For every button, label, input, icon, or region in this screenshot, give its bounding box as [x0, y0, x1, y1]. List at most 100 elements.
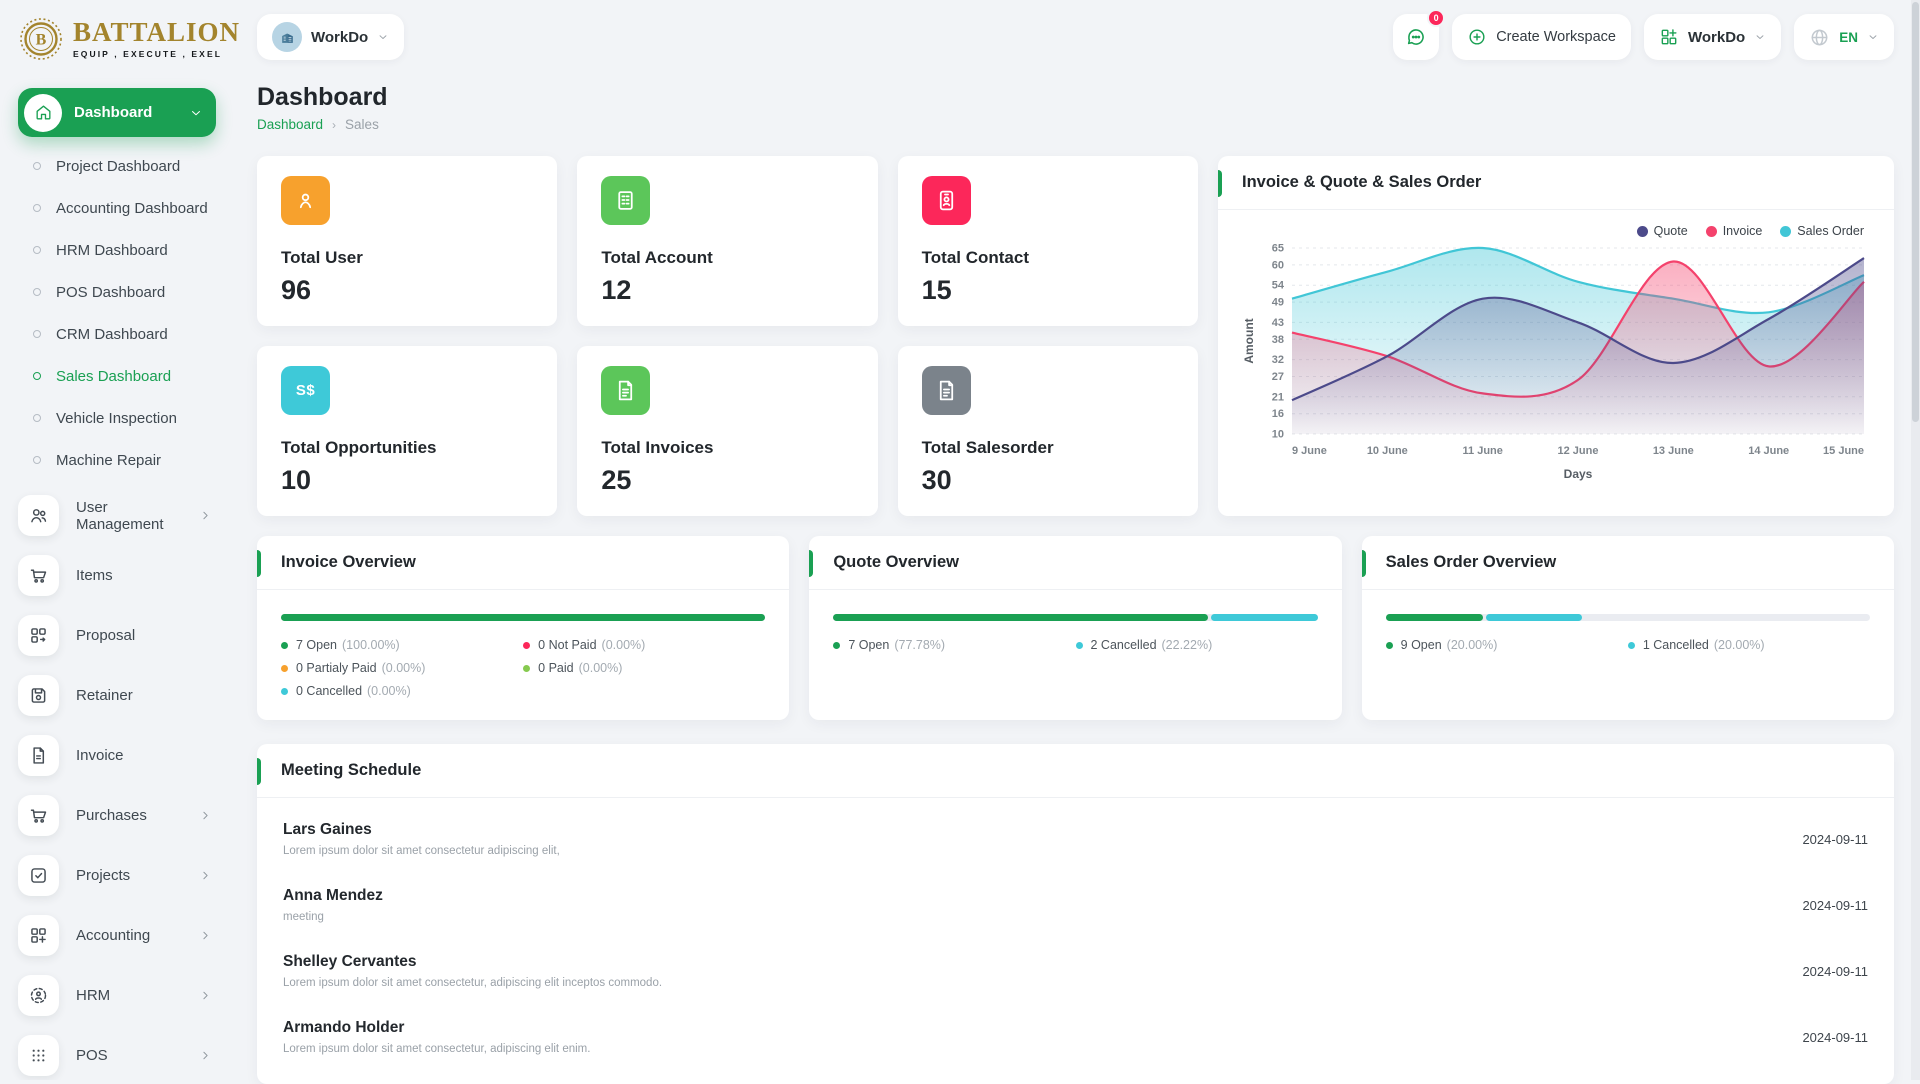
legend-percent: (0.00%)	[367, 684, 411, 698]
sidebar-module-label: Retainer	[76, 687, 212, 704]
svg-text:15 June: 15 June	[1823, 445, 1864, 457]
scrollbar[interactable]	[1911, 0, 1920, 1080]
language-selector[interactable]: EN	[1794, 14, 1894, 60]
plus-circle-icon	[1467, 27, 1487, 47]
sidebar-module-item[interactable]: Purchases	[18, 790, 240, 841]
sidebar-module-item[interactable]: Accounting	[18, 910, 240, 961]
progress-segment	[281, 614, 765, 621]
legend-item: 7 Open (77.78%)	[833, 638, 1075, 652]
sidebar-module-label: POS	[76, 1047, 182, 1064]
legend-item: 0 Paid (0.00%)	[523, 661, 765, 675]
legend-label: 1 Cancelled	[1643, 638, 1709, 652]
dashboard-subnav: Project Dashboard Accounting Dashboard H…	[18, 145, 240, 481]
sidebar-module-item[interactable]: User Management	[18, 490, 240, 541]
sidebar-modules: User Management Items Proposal Retainer	[18, 490, 240, 1080]
sidebar: B BATTALION EQUIP , EXECUTE , EXEL Dashb…	[0, 0, 240, 1080]
chart-title: Invoice & Quote & Sales Order	[1242, 173, 1481, 191]
sidebar-module-item[interactable]: Invoice	[18, 730, 240, 781]
stat-card: Total Contact 15	[898, 156, 1198, 326]
meeting-name: Armando Holder	[283, 1019, 590, 1037]
sidebar-module-item[interactable]: Items	[18, 550, 240, 601]
progress-segment	[1486, 614, 1583, 621]
legend-label: 0 Paid	[538, 661, 573, 675]
meeting-date: 2024-09-11	[1802, 832, 1868, 847]
chevron-right-icon	[199, 989, 212, 1002]
messages-button[interactable]: 0	[1393, 14, 1439, 60]
meeting-description: Lorem ipsum dolor sit amet consectetur, …	[283, 977, 662, 989]
meeting-name: Shelley Cervantes	[283, 953, 662, 971]
brand-logo[interactable]: B BATTALION EQUIP , EXECUTE , EXEL	[18, 16, 240, 62]
chevron-down-icon	[377, 31, 389, 43]
globe-icon	[1809, 27, 1830, 48]
create-workspace-button[interactable]: Create Workspace	[1452, 14, 1631, 60]
sidebar-subitem-label: POS Dashboard	[56, 284, 165, 301]
sidebar-module-item[interactable]: HRM	[18, 970, 240, 1021]
sidebar-module-label: Projects	[76, 867, 182, 884]
chart-legend-item[interactable]: Sales Order	[1780, 224, 1864, 238]
sidebar-subitem[interactable]: Accounting Dashboard	[18, 187, 240, 229]
stat-icon	[922, 366, 971, 415]
sidebar-module-item[interactable]: Projects	[18, 850, 240, 901]
chart-legend-label: Quote	[1654, 224, 1688, 238]
meeting-description: meeting	[283, 911, 383, 923]
sidebar-subitem[interactable]: CRM Dashboard	[18, 313, 240, 355]
breadcrumb-dashboard[interactable]: Dashboard	[257, 117, 323, 132]
sidebar-item-dashboard[interactable]: Dashboard	[18, 88, 216, 137]
legend-column: 1 Cancelled (20.00%)	[1628, 638, 1870, 652]
workspace-switcher[interactable]: WorkDo	[257, 14, 404, 60]
chart-card: Invoice & Quote & Sales Order Quote Invo…	[1218, 156, 1894, 516]
bullet-icon	[33, 372, 41, 380]
svg-text:13 June: 13 June	[1653, 445, 1694, 457]
svg-text:60: 60	[1272, 259, 1284, 271]
legend-dot-icon	[1780, 226, 1791, 237]
chart-legend-item[interactable]: Invoice	[1706, 224, 1763, 238]
sidebar-module-item[interactable]: Proposal	[18, 610, 240, 661]
sidebar-module-item[interactable]: Retainer	[18, 670, 240, 721]
svg-text:38: 38	[1272, 334, 1284, 346]
sidebar-module-label: User Management	[76, 499, 182, 533]
sidebar-subitem-label: Machine Repair	[56, 452, 161, 469]
stat-icon	[922, 176, 971, 225]
stat-label: Total User	[281, 248, 533, 268]
sidebar-subitem[interactable]: Project Dashboard	[18, 145, 240, 187]
sidebar-subitem[interactable]: Vehicle Inspection	[18, 397, 240, 439]
legend-label: 7 Open	[296, 638, 337, 652]
legend-column: 7 Open (100.00%) 0 Partialy Paid (0.00%)	[281, 638, 523, 698]
workdo-menu[interactable]: WorkDo	[1644, 14, 1781, 60]
language-label: EN	[1839, 30, 1858, 45]
breadcrumb-current: Sales	[345, 117, 379, 132]
sidebar-module-item[interactable]: POS	[18, 1030, 240, 1080]
stat-icon	[281, 176, 330, 225]
card-title: Sales Order Overview	[1386, 553, 1557, 571]
topbar: WorkDo 0 Create Workspace WorkDo EN	[257, 12, 1894, 62]
stat-label: Total Contact	[922, 248, 1174, 268]
svg-text:10 June: 10 June	[1367, 445, 1408, 457]
stat-card: Total Account 12	[577, 156, 877, 326]
chevron-right-icon	[199, 869, 212, 882]
module-icon	[18, 795, 59, 836]
sidebar-subitem-label: CRM Dashboard	[56, 326, 168, 343]
scrollbar-thumb[interactable]	[1912, 2, 1919, 422]
legend-percent: (0.00%)	[602, 638, 646, 652]
stat-card: S$ Total Opportunities 10	[257, 346, 557, 516]
meeting-name: Anna Mendez	[283, 887, 383, 905]
card-title: Meeting Schedule	[281, 761, 421, 779]
legend-label: 2 Cancelled	[1091, 638, 1157, 652]
stat-value: 30	[922, 465, 1174, 496]
chart-legend-item[interactable]: Quote	[1637, 224, 1688, 238]
sidebar-subitem[interactable]: Sales Dashboard	[18, 355, 240, 397]
svg-text:49: 49	[1272, 297, 1284, 309]
sidebar-subitem-label: HRM Dashboard	[56, 242, 168, 259]
sales-order-progress-bar	[1386, 614, 1870, 621]
svg-text:27: 27	[1272, 371, 1284, 383]
bullet-icon	[33, 330, 41, 338]
svg-text:B: B	[36, 32, 47, 49]
svg-text:Days: Days	[1564, 467, 1593, 481]
progress-segment	[833, 614, 1207, 621]
legend-percent: (20.00%)	[1714, 638, 1765, 652]
sidebar-subitem[interactable]: Machine Repair	[18, 439, 240, 481]
legend-percent: (100.00%)	[342, 638, 400, 652]
sidebar-subitem[interactable]: POS Dashboard	[18, 271, 240, 313]
sidebar-subitem[interactable]: HRM Dashboard	[18, 229, 240, 271]
chevron-right-icon	[199, 509, 212, 522]
